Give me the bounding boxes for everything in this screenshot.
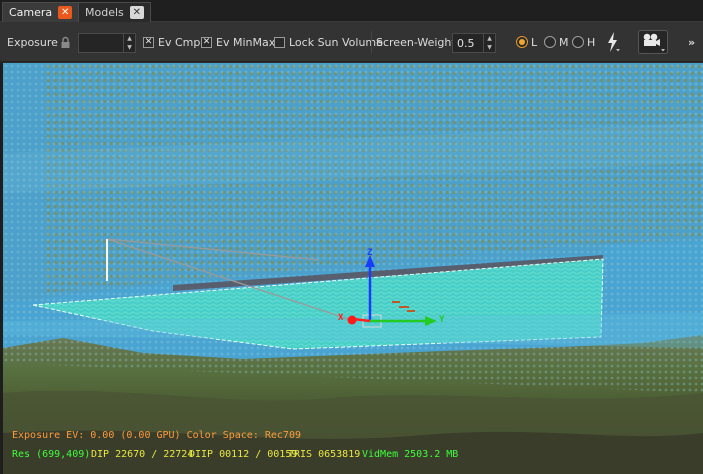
exposure-spin-arrows[interactable]: ▲ ▼ <box>123 34 135 52</box>
lod-radio-m[interactable]: M <box>544 22 569 62</box>
tris-stat: TRIS 0653819 <box>288 449 361 460</box>
gizmo-z-label: Z <box>367 248 373 258</box>
screen-weight-value: 0.5 <box>457 36 475 50</box>
exposure-label: Exposure <box>7 35 58 49</box>
tab-models[interactable]: Models ✕ <box>78 2 151 22</box>
lod-radio-h[interactable]: H <box>572 22 595 62</box>
scene-render <box>3 63 703 474</box>
toolbar-overflow-button[interactable]: » <box>688 22 695 62</box>
tab-models-label: Models <box>85 6 124 19</box>
lod-m-label: M <box>559 35 569 49</box>
gizmo-y-label: Y <box>439 315 445 325</box>
scene-viewport[interactable]: Z Y X Exposure EV: 0.00 (0.00 GPU) Color… <box>3 63 703 474</box>
lock-sun-volume-checkbox[interactable]: Lock Sun Volume <box>274 22 383 62</box>
exposure-stats-line: Exposure EV: 0.00 (0.00 GPU) Color Space… <box>12 430 301 441</box>
tab-camera-label: Camera <box>9 6 53 19</box>
diip-stat: DIIP 00112 / 00159 <box>189 449 298 460</box>
tab-models-close-icon[interactable]: ✕ <box>129 6 144 19</box>
ev-minmax-label: Ev MinMax <box>216 35 276 49</box>
screen-weight-spinbox[interactable]: 0.5 ▲ ▼ <box>452 33 496 53</box>
vidmem-stat: VidMem 2503.2 MB <box>362 449 459 460</box>
lock-icon[interactable] <box>60 22 71 62</box>
res-stat: Res (699,409) <box>12 449 91 460</box>
toolbar-separator <box>371 31 372 53</box>
ev-minmax-checkbox[interactable]: ✕ Ev MinMax <box>201 22 275 62</box>
lightning-icon[interactable] <box>605 22 621 62</box>
lock-sun-label: Lock Sun Volume <box>289 35 383 49</box>
lock-sun-check-icon <box>274 36 285 48</box>
lod-l-label: L <box>531 35 538 49</box>
screen-weight-spin-arrows[interactable]: ▲ ▼ <box>483 34 495 52</box>
exposure-spinbox[interactable]: ▲ ▼ <box>78 33 136 53</box>
tab-camera-close-icon[interactable]: ✕ <box>58 6 73 19</box>
radio-l-icon <box>516 36 528 48</box>
screen-weight-label: Screen-Weight <box>376 35 456 49</box>
ev-cmp-checkbox[interactable]: ✕ Ev Cmp <box>143 22 200 62</box>
gizmo-x-label: X <box>338 313 344 323</box>
camera-3d-icon[interactable] <box>638 22 668 62</box>
dip-stat: DIP 22670 / 22724 <box>91 449 194 460</box>
lod-h-label: H <box>587 35 596 49</box>
radio-m-icon <box>544 36 556 48</box>
camera-toolbar: Exposure ▲ ▼ ✕ Ev Cmp ✕ Ev MinMax Lock Su… <box>0 22 703 62</box>
tab-bar: Camera ✕ Models ✕ <box>0 0 703 22</box>
ev-cmp-label: Ev Cmp <box>158 35 201 49</box>
radio-h-icon <box>572 36 584 48</box>
lod-radio-l[interactable]: L <box>516 22 537 62</box>
ev-minmax-check-icon: ✕ <box>201 36 212 48</box>
tab-camera[interactable]: Camera ✕ <box>2 2 80 22</box>
ev-cmp-check-icon: ✕ <box>143 36 154 48</box>
